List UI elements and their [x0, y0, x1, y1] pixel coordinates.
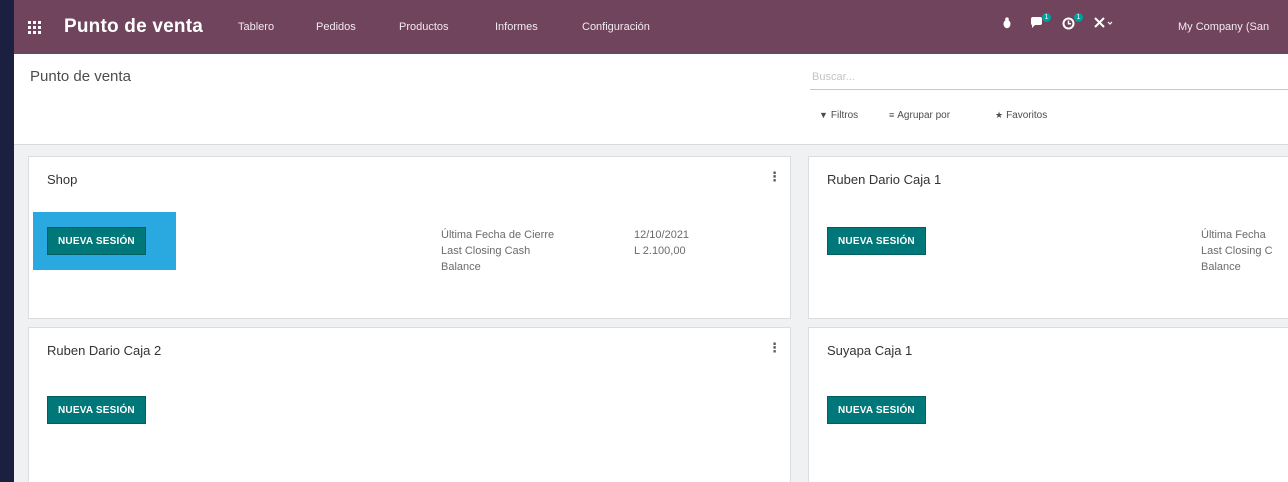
top-navbar: Punto de venta Tablero Pedidos Productos…	[14, 0, 1288, 54]
balance-label: Balance	[1201, 261, 1241, 273]
company-switcher[interactable]: My Company (San	[1178, 21, 1269, 33]
pos-app: Punto de venta Tablero Pedidos Productos…	[14, 0, 1288, 482]
menu-item-informes[interactable]: Informes	[495, 21, 538, 33]
last-closing-cash-label: Last Closing Cash	[441, 245, 531, 257]
card-title[interactable]: Shop	[47, 172, 77, 187]
group-by-icon: ≡	[889, 110, 895, 120]
card-title[interactable]: Suyapa Caja 1	[827, 343, 912, 358]
close-dropdown-icon[interactable]	[1094, 17, 1114, 32]
app-name[interactable]: Punto de venta	[64, 16, 203, 38]
menu-item-productos[interactable]: Productos	[399, 21, 449, 33]
group-by-label: Agrupar por	[897, 110, 951, 121]
favorites-button[interactable]: ★ Favoritos	[995, 110, 1047, 121]
page-title: Punto de venta	[30, 68, 131, 85]
bug-icon[interactable]	[1002, 17, 1012, 32]
kebab-menu-icon[interactable]: ⋮	[768, 169, 781, 185]
last-closing-date-value: 12/10/2021	[634, 229, 690, 241]
last-closing-date-label: Última Fecha de Cierre	[441, 229, 555, 241]
card-title[interactable]: Ruben Dario Caja 2	[47, 343, 161, 358]
pos-card-shop: Shop ⋮ NUEVA SESIÓN Última Fecha de Cier…	[28, 156, 791, 319]
filters-button[interactable]: ▼ Filtros	[819, 110, 858, 121]
last-closing-cash-label: Last Closing C	[1201, 245, 1273, 257]
filter-icon: ▼	[819, 110, 828, 120]
new-session-button[interactable]: NUEVA SESIÓN	[827, 227, 926, 255]
activity-clock-icon[interactable]	[1062, 17, 1075, 33]
pos-card-suyapa-caja-1: Suyapa Caja 1 NUEVA SESIÓN	[808, 327, 1288, 482]
pos-card-ruben-dario-caja-2: Ruben Dario Caja 2 ⋮ NUEVA SESIÓN	[28, 327, 791, 482]
group-by-button[interactable]: ≡ Agrupar por	[889, 110, 950, 121]
menu-item-pedidos[interactable]: Pedidos	[316, 21, 356, 33]
search-input[interactable]	[810, 64, 1288, 90]
menu-item-tablero[interactable]: Tablero	[238, 21, 274, 33]
favorites-label: Favoritos	[1006, 110, 1048, 121]
pos-card-ruben-dario-caja-1: Ruben Dario Caja 1 NUEVA SESIÓN Última F…	[808, 156, 1288, 319]
menu-item-configuracion[interactable]: Configuración	[582, 21, 650, 33]
star-icon: ★	[995, 110, 1004, 120]
kebab-menu-icon[interactable]: ⋮	[768, 340, 781, 356]
last-closing-cash-value: L 2.100,00	[634, 245, 686, 257]
card-title[interactable]: Ruben Dario Caja 1	[827, 172, 941, 187]
new-session-button[interactable]: NUEVA SESIÓN	[827, 396, 926, 424]
balance-label: Balance	[441, 261, 481, 273]
chat-badge: 1	[1042, 13, 1051, 22]
filters-label: Filtros	[830, 110, 859, 121]
last-closing-date-label: Última Fecha	[1201, 229, 1266, 241]
control-panel: Punto de venta ▼Filtros ≡Agrupar por ★Fa…	[14, 54, 1288, 145]
activity-badge: 1	[1074, 13, 1083, 22]
apps-grid-icon[interactable]	[28, 21, 42, 35]
new-session-button[interactable]: NUEVA SESIÓN	[47, 227, 146, 255]
new-session-button[interactable]: NUEVA SESIÓN	[47, 396, 146, 424]
